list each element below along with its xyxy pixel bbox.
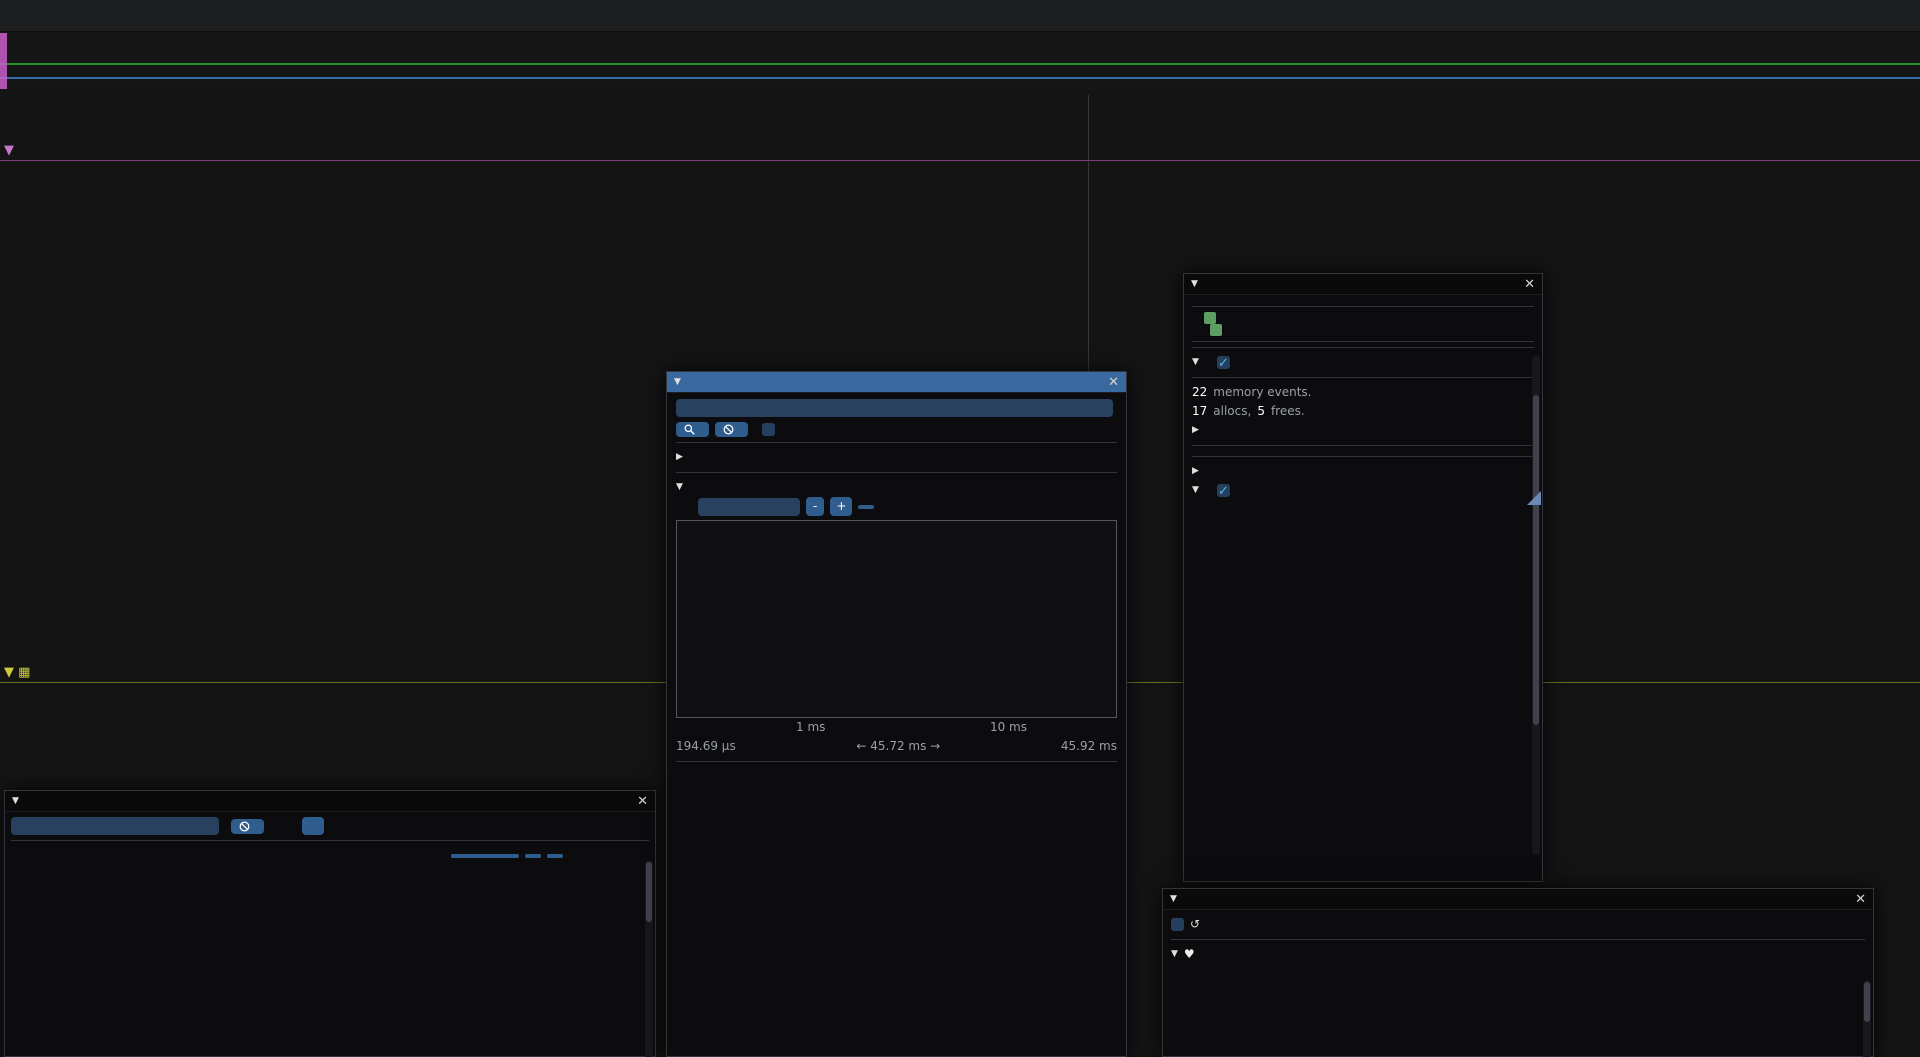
frame-average-line	[0, 77, 1920, 79]
toolbar	[0, 0, 1920, 32]
statistics-panel: ▼✕	[4, 790, 656, 1057]
close-icon[interactable]: ✕	[1524, 278, 1535, 291]
find-zone-panel: ▼✕ ▶ ▼ - + 1 ms 10 ms	[666, 371, 1127, 1057]
hist-min-label: 194.69 µs	[676, 737, 736, 756]
close-icon[interactable]: ✕	[637, 795, 648, 808]
collapse-triangle-icon: ▼	[4, 665, 14, 680]
histogram-section-header[interactable]: ▼	[676, 478, 1117, 497]
frame-histogram-bars	[0, 35, 1920, 87]
hist-tick-10ms: 10 ms	[990, 718, 1027, 737]
frames-row[interactable]	[0, 126, 1920, 142]
zone-time-histogram[interactable]	[676, 520, 1117, 718]
reset-button[interactable]	[858, 505, 874, 509]
clear-filter-button[interactable]	[231, 819, 264, 834]
hist-tick-1ms: 1 ms	[796, 718, 825, 737]
ban-icon	[239, 821, 250, 832]
column-mtpc[interactable]	[547, 854, 563, 858]
cpu-divider	[0, 160, 1920, 161]
ram-icon: ▦	[18, 665, 30, 680]
increment-button[interactable]: +	[830, 497, 852, 516]
ban-icon	[723, 424, 734, 435]
find-zone-search-input[interactable]	[676, 399, 1113, 417]
zone-info-titlebar[interactable]: ▼✕	[1184, 274, 1542, 295]
ignore-case-checkbox[interactable]	[762, 423, 775, 436]
zone-trace-header[interactable]: ▶	[1192, 462, 1534, 481]
statistics-scrollbar[interactable]	[645, 860, 653, 1057]
search-icon	[684, 424, 695, 435]
active-allocations-header[interactable]: ▼ ♥	[1171, 945, 1865, 964]
history-icon: ↺	[1190, 915, 1200, 934]
memory-titlebar[interactable]: ▼✕	[1163, 889, 1873, 910]
statistics-titlebar[interactable]: ▼✕	[5, 791, 655, 812]
resize-grip[interactable]	[1527, 491, 1541, 505]
frame-target-line	[0, 63, 1920, 65]
memory-panel: ▼✕ ↺ ▼ ♥	[1162, 888, 1874, 1057]
collapse-triangle-icon: ▼	[4, 143, 14, 158]
time-relative-checkbox[interactable]	[1217, 356, 1230, 369]
clipped-button[interactable]	[302, 817, 324, 835]
tracy-profiler-window: ▼ ▼ ▦ ▼✕	[0, 0, 1920, 1057]
memory-usage-header[interactable]: ▼ ▦	[4, 665, 30, 680]
clear-button[interactable]	[715, 422, 748, 437]
hist-span-label: ← 45.72 ms →	[856, 737, 940, 756]
frame-overview-strip[interactable]	[0, 33, 1920, 89]
find-button[interactable]	[676, 422, 709, 437]
zone-info-scrollbar[interactable]	[1532, 355, 1540, 855]
column-total-time[interactable]	[451, 854, 519, 858]
time-ruler[interactable]	[0, 90, 1920, 124]
cpu-usage-graph	[0, 163, 1920, 189]
matched-source-locations[interactable]: ▶	[676, 448, 1117, 467]
group-children-checkbox[interactable]	[1217, 484, 1230, 497]
close-icon[interactable]: ✕	[1108, 376, 1119, 389]
column-counts[interactable]	[525, 854, 541, 858]
allocations-list[interactable]: ▶	[1192, 421, 1534, 440]
filter-zones-input[interactable]	[11, 817, 219, 835]
restrict-time-checkbox[interactable]	[1171, 918, 1184, 931]
heartbeat-icon: ♥	[1184, 945, 1195, 964]
find-zone-titlebar[interactable]: ▼✕	[667, 372, 1126, 393]
cpu-data-header[interactable]: ▼	[4, 143, 14, 158]
close-icon[interactable]: ✕	[1855, 893, 1866, 906]
thread-color-swatch	[1210, 324, 1222, 336]
source-color-swatch	[1204, 312, 1216, 324]
frame-view-marker	[0, 33, 7, 89]
zone-info-panel: ▼✕ ▼ 22memory events. 17allocs,5frees. ▶…	[1183, 273, 1543, 882]
min-bin-input[interactable]	[698, 498, 800, 516]
child-zones-header[interactable]: ▼	[1192, 481, 1534, 500]
memory-scrollbar[interactable]	[1863, 980, 1871, 1057]
hist-max-label: 45.92 ms	[1061, 737, 1117, 756]
decrement-button[interactable]: -	[806, 497, 824, 516]
